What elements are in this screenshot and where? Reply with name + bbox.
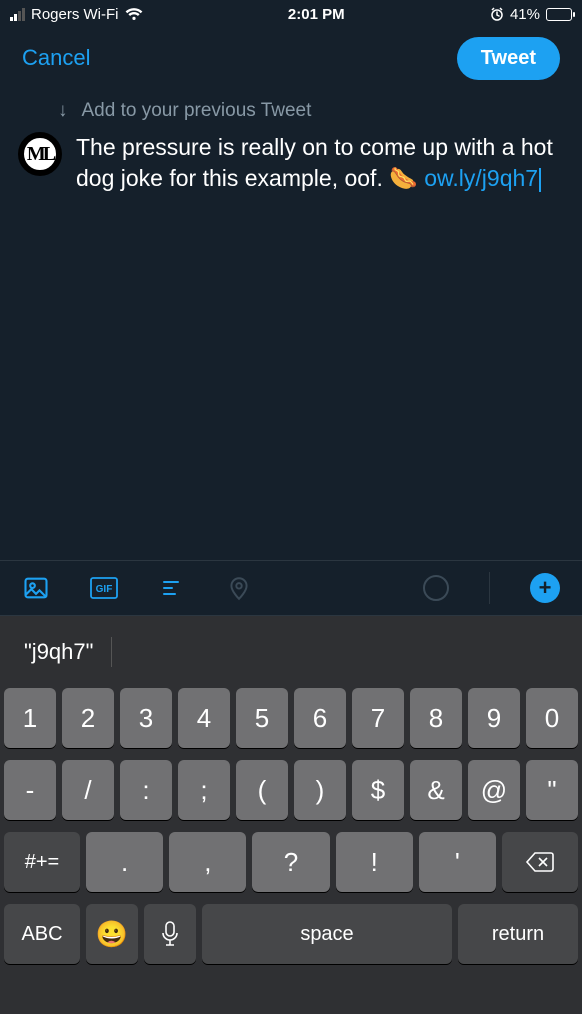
key-colon[interactable]: : <box>120 760 172 820</box>
mic-icon <box>161 921 179 947</box>
key-exclaim[interactable]: ! <box>336 832 413 892</box>
add-to-thread-button[interactable]: ↓ Add to your previous Tweet <box>18 88 564 132</box>
key-dollar[interactable]: $ <box>352 760 404 820</box>
key-slash[interactable]: / <box>62 760 114 820</box>
key-row-3: #+= . , ? ! ' <box>4 832 578 892</box>
svg-text:GIF: GIF <box>96 584 113 595</box>
compose-area: ↓ Add to your previous Tweet ML The pres… <box>0 88 582 194</box>
key-8[interactable]: 8 <box>410 688 462 748</box>
text-caret <box>539 168 541 192</box>
suggestion-word[interactable]: "j9qh7" <box>24 639 93 665</box>
key-0[interactable]: 0 <box>526 688 578 748</box>
key-question[interactable]: ? <box>252 832 329 892</box>
add-tweet-button[interactable]: + <box>530 573 560 603</box>
key-dictation[interactable] <box>144 904 196 964</box>
key-2[interactable]: 2 <box>62 688 114 748</box>
key-7[interactable]: 7 <box>352 688 404 748</box>
key-emoji[interactable]: 😀 <box>86 904 138 964</box>
key-symbols-shift[interactable]: #+= <box>4 832 80 892</box>
wifi-icon <box>125 7 143 21</box>
key-4[interactable]: 4 <box>178 688 230 748</box>
key-space[interactable]: space <box>202 904 452 964</box>
key-abc[interactable]: ABC <box>4 904 80 964</box>
key-row-1: 1 2 3 4 5 6 7 8 9 0 <box>4 688 578 748</box>
key-at[interactable]: @ <box>468 760 520 820</box>
key-amp[interactable]: & <box>410 760 462 820</box>
battery-icon <box>546 8 572 21</box>
alarm-icon <box>490 7 504 21</box>
key-lparen[interactable]: ( <box>236 760 288 820</box>
key-quote[interactable]: " <box>526 760 578 820</box>
suggestion-bar: "j9qh7" <box>4 624 578 680</box>
cell-signal-icon <box>10 8 25 21</box>
compose-nav: Cancel Tweet <box>0 28 582 88</box>
clock: 2:01 PM <box>288 6 345 23</box>
key-apostrophe[interactable]: ' <box>419 832 496 892</box>
key-period[interactable]: . <box>86 832 163 892</box>
avatar: ML <box>18 132 62 176</box>
suggestion-divider <box>111 637 112 667</box>
key-1[interactable]: 1 <box>4 688 56 748</box>
gif-icon[interactable]: GIF <box>90 577 118 599</box>
key-return[interactable]: return <box>458 904 578 964</box>
keyboard: "j9qh7" 1 2 3 4 5 6 7 8 9 0 - / : ; ( ) … <box>0 616 582 1014</box>
tweet-link: ow.ly/j9qh7 <box>424 165 538 191</box>
key-row-2: - / : ; ( ) $ & @ " <box>4 760 578 820</box>
key-3[interactable]: 3 <box>120 688 172 748</box>
hotdog-emoji: 🌭 <box>389 165 418 191</box>
location-icon[interactable] <box>226 575 252 601</box>
key-9[interactable]: 9 <box>468 688 520 748</box>
carrier-label: Rogers Wi-Fi <box>31 6 119 23</box>
tweet-text-input[interactable]: The pressure is really on to come up wit… <box>76 132 564 194</box>
key-6[interactable]: 6 <box>294 688 346 748</box>
key-row-4: ABC 😀 space return <box>4 904 578 964</box>
key-dash[interactable]: - <box>4 760 56 820</box>
key-rparen[interactable]: ) <box>294 760 346 820</box>
arrow-down-icon: ↓ <box>58 100 68 122</box>
key-comma[interactable]: , <box>169 832 246 892</box>
key-5[interactable]: 5 <box>236 688 288 748</box>
cancel-button[interactable]: Cancel <box>22 45 90 71</box>
poll-icon[interactable] <box>158 576 186 600</box>
tweet-button[interactable]: Tweet <box>457 37 560 80</box>
photo-icon[interactable] <box>22 574 50 602</box>
status-bar: Rogers Wi-Fi 2:01 PM 41% <box>0 0 582 28</box>
backspace-icon <box>525 851 555 873</box>
add-to-thread-label: Add to your previous Tweet <box>82 100 312 122</box>
emoji-icon: 😀 <box>96 919 128 950</box>
toolbar-divider <box>489 572 490 604</box>
key-backspace[interactable] <box>502 832 578 892</box>
key-semicolon[interactable]: ; <box>178 760 230 820</box>
character-count-ring <box>423 575 449 601</box>
compose-toolbar: GIF + <box>0 560 582 616</box>
battery-pct: 41% <box>510 6 540 23</box>
